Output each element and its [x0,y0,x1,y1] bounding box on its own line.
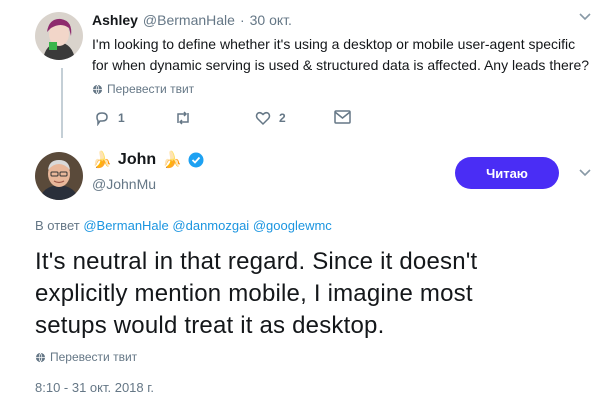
main-translate-label: Перевести твит [50,350,138,364]
like-count: 2 [279,111,286,125]
envelope-icon [334,110,351,124]
reply-to-line: В ответ @BermanHale @danmozgai @googlewm… [35,218,332,233]
parent-tweet-date[interactable]: 30 окт. [250,12,292,28]
reply-button[interactable]: 1 [94,110,125,126]
parent-author-name[interactable]: Ashley [92,12,138,28]
reply-count: 1 [118,111,125,125]
parent-translate-label: Перевести твит [107,82,195,96]
thread-connector-line [61,68,63,138]
main-author-name[interactable]: John [118,151,156,169]
retweet-button[interactable] [174,110,200,126]
mention-link[interactable]: @danmozgai [172,218,249,233]
parent-translate-link[interactable]: Перевести твит [92,82,194,96]
banana-emoji-left: 🍌 [92,152,112,169]
parent-tweet-menu-chevron-down-icon[interactable] [578,10,592,27]
banana-emoji-right: 🍌 [162,152,183,169]
reply-to-prefix: В ответ [35,218,80,233]
reply-icon [96,112,108,126]
mention-link[interactable]: @BermanHale [83,218,168,233]
main-tweet-text: It's neutral in that regard. Since it do… [35,246,605,342]
heart-icon [255,111,271,126]
mention-link[interactable]: @googlewmc [253,218,332,233]
retweet-icon [177,111,189,125]
globe-icon [92,84,103,95]
parent-tweet-text-line: for when dynamic serving is used & struc… [92,57,590,73]
main-tweet-text-line: explicitly mention mobile, I imagine mos… [35,280,473,307]
verified-badge-icon [188,152,204,168]
avatar-john[interactable] [35,152,83,200]
parent-author-handle[interactable]: @BermanHale [143,12,235,28]
parent-tweet-text-line: I'm looking to define whether it's using… [92,36,576,52]
main-tweet-text-line: It's neutral in that regard. Since it do… [35,248,478,275]
direct-message-button[interactable] [334,110,351,124]
follow-button[interactable]: Читаю [455,157,559,189]
main-tweet-menu-chevron-down-icon[interactable] [578,166,592,183]
main-author-handle[interactable]: @JohnMu [92,176,156,192]
like-button[interactable]: 2 [255,110,286,126]
globe-icon [35,352,46,363]
parent-tweet-text: I'm looking to define whether it's using… [92,34,602,76]
avatar-ashley[interactable] [35,12,83,60]
tweet-timestamp[interactable]: 8:10 - 31 окт. 2018 г. [35,380,154,395]
main-translate-link[interactable]: Перевести твит [35,350,137,364]
main-tweet-text-line: setups would treat it as desktop. [35,312,385,339]
separator-dot: · [239,12,245,28]
